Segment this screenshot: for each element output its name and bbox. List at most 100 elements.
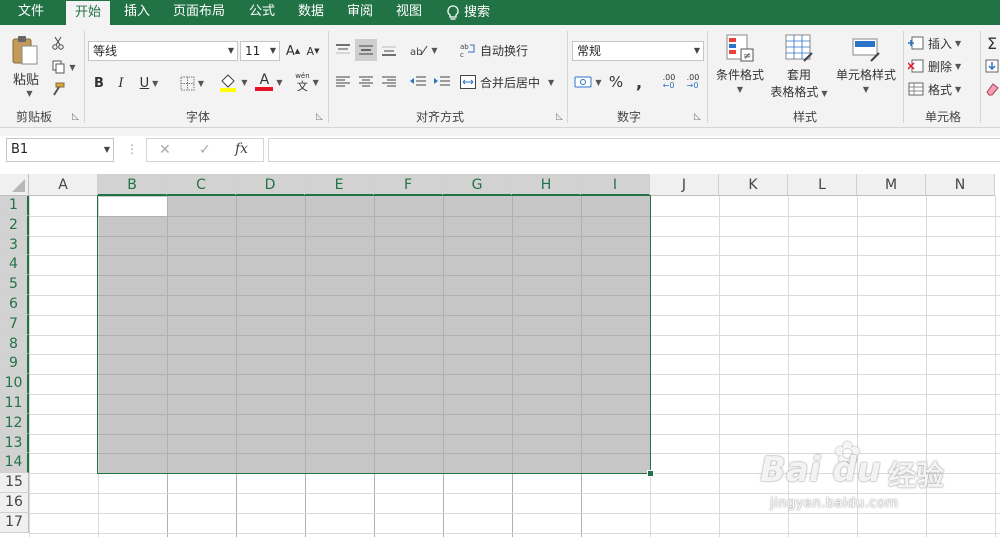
column-header-g[interactable]: G [443,174,512,196]
worksheet-grid[interactable]: A B C D E F G H I J K L M N 1 2 3 4 5 6 7 8 9 10 11 12 13 14 15 16 17 [0,174,1000,537]
align-center-button[interactable] [356,71,376,93]
column-header-l[interactable]: L [788,174,857,196]
row-header-6[interactable]: 6 [0,295,29,315]
formula-input[interactable] [268,138,1000,162]
font-launcher[interactable]: ◺ [316,112,323,122]
insert-cells-button[interactable]: 插入 ▼ [908,33,974,53]
chevron-down-icon: ▼ [431,45,438,55]
row-header-9[interactable]: 9 [0,354,29,375]
insert-function-icon[interactable]: fx [235,141,248,157]
column-header-k[interactable]: K [719,174,788,196]
accounting-format-button[interactable]: ▼ [572,71,604,93]
clipboard-launcher[interactable]: ◺ [72,112,79,122]
tell-me-search[interactable]: 搜索 [440,0,496,25]
paste-dropdown[interactable]: ▼ [22,87,34,99]
format-painter-button[interactable] [50,81,66,97]
cut-button[interactable] [50,35,66,51]
row-header-1[interactable]: 1 [0,196,29,216]
row-header-7[interactable]: 7 [0,314,29,335]
clear-button[interactable] [984,79,1000,99]
row-header-2[interactable]: 2 [0,215,29,236]
row-header-4[interactable]: 4 [0,255,29,276]
paste-button[interactable] [8,33,42,67]
align-right-button[interactable] [379,71,399,93]
row-header-5[interactable]: 5 [0,275,29,295]
fill-button[interactable] [984,56,1000,76]
row-header-12[interactable]: 12 [0,413,29,434]
row-header-16[interactable]: 16 [0,493,29,513]
decrease-indent-button[interactable] [408,71,428,93]
tab-data[interactable]: 数据 [289,0,333,25]
table-format-icon [785,34,813,62]
row-header-14[interactable]: 14 [0,453,29,474]
row-header-11[interactable]: 11 [0,394,29,414]
row-header-13[interactable]: 13 [0,433,29,454]
format-as-table-button[interactable]: 套用 表格格式 ▼ [766,33,832,113]
column-header-c[interactable]: C [167,174,236,196]
cancel-icon[interactable]: ✕ [159,142,171,158]
orientation-button[interactable]: ab ▼ [408,39,440,61]
tab-file[interactable]: 文件 [0,0,62,25]
align-top-button[interactable] [333,39,353,61]
comma-style-button[interactable]: , [630,71,648,93]
column-header-b[interactable]: B [98,174,167,196]
tab-view[interactable]: 视图 [387,0,431,25]
increase-decimal-button[interactable]: .00 ←0 [659,71,679,93]
conditional-formatting-button[interactable]: ≠ 条件格式 ▼ [710,33,770,113]
column-header-n[interactable]: N [926,174,995,196]
column-header-f[interactable]: F [374,174,443,196]
tab-home[interactable]: 开始 [66,1,110,25]
autosum-button[interactable]: Σ [984,33,1000,53]
tab-formulas[interactable]: 公式 [240,0,284,25]
select-all-button[interactable] [0,174,29,196]
merge-center-button[interactable]: 合并后居中 ▼ [460,71,564,93]
bold-button[interactable]: B [91,73,107,93]
fill-color-button[interactable]: ▼ [216,71,250,93]
phonetic-guide-button[interactable]: wén 文 ▼ [290,71,324,93]
column-header-m[interactable]: M [857,174,926,196]
number-launcher[interactable]: ◺ [694,112,701,122]
column-header-a[interactable]: A [29,174,98,196]
increase-decimal-glyph: .00 ←0 [663,74,676,90]
tab-page-layout[interactable]: 页面布局 [166,0,232,25]
delete-cells-button[interactable]: 删除 ▼ [908,56,974,76]
align-middle-button[interactable] [355,39,377,61]
align-left-button[interactable] [333,71,353,93]
number-format-combo[interactable]: 常规 ▼ [572,41,704,61]
font-name-combo[interactable]: 等线 ▼ [88,41,238,61]
alignment-launcher[interactable]: ◺ [556,112,563,122]
wrap-text-button[interactable]: ab c 自动换行 [460,39,538,61]
shrink-font-button[interactable]: A ▼ [304,41,322,61]
outdent-icon [410,76,426,86]
column-header-e[interactable]: E [305,174,374,196]
column-header-d[interactable]: D [236,174,305,196]
column-header-i[interactable]: I [581,174,650,196]
row-header-3[interactable]: 3 [0,235,29,256]
font-color-button[interactable]: A ▼ [252,71,286,93]
paste-label[interactable]: 粘贴 [6,69,46,88]
italic-button[interactable]: I [113,73,129,93]
fill-handle[interactable] [647,470,654,478]
row-header-10[interactable]: 10 [0,374,29,394]
tab-review[interactable]: 审阅 [338,0,382,25]
row-header-8[interactable]: 8 [0,334,29,355]
align-bottom-button[interactable] [379,39,399,61]
tab-insert[interactable]: 插入 [115,0,159,25]
drag-handle-icon[interactable]: ⋮ [126,142,138,156]
column-header-j[interactable]: J [650,174,719,196]
row-header-15[interactable]: 15 [0,473,29,493]
borders-button[interactable]: ▼ [176,73,208,93]
font-size-combo[interactable]: 11 ▼ [240,41,280,61]
format-cells-button[interactable]: 格式 ▼ [908,79,974,99]
percent-style-button[interactable]: % [607,71,625,93]
row-header-17[interactable]: 17 [0,512,29,533]
column-header-h[interactable]: H [512,174,581,196]
copy-button[interactable]: ▼ [50,59,78,75]
increase-indent-button[interactable] [432,71,452,93]
underline-button[interactable]: U ▼ [135,73,163,93]
cell-styles-button[interactable]: 单元格样式 ▼ [832,33,900,113]
name-box[interactable]: B1 ▼ [6,138,114,162]
grow-font-button[interactable]: A ▲ [284,41,302,61]
decrease-decimal-button[interactable]: .00 →0 [683,71,703,93]
enter-icon[interactable]: ✓ [199,142,211,158]
